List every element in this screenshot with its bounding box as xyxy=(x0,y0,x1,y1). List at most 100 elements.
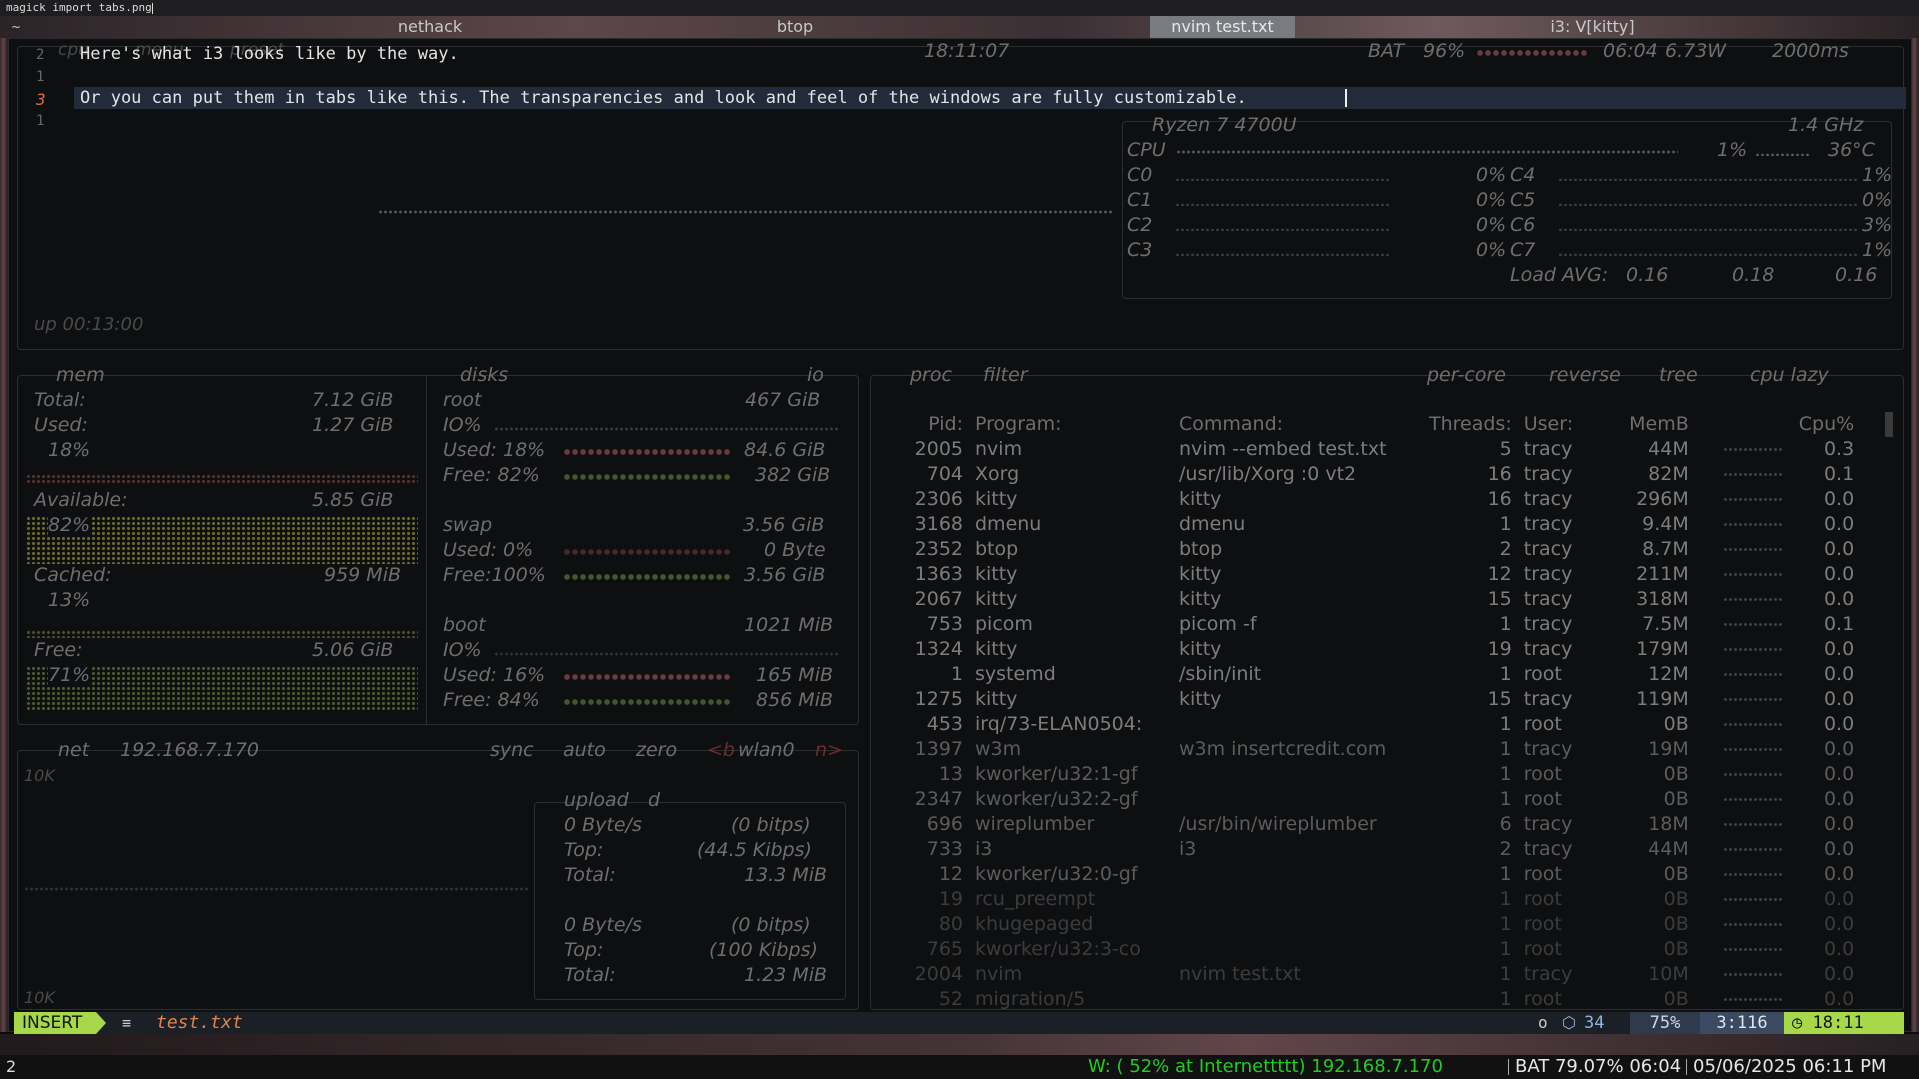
core-graph xyxy=(1558,226,1858,231)
process-command xyxy=(1179,862,1429,887)
proc-scrollbar[interactable] xyxy=(1885,412,1893,437)
process-mem: 0B xyxy=(1663,788,1689,810)
process-threads: 2 xyxy=(1499,538,1512,560)
process-mem: 19M xyxy=(1648,738,1689,760)
process-user: root xyxy=(1523,788,1562,810)
window-title-bar: magick import tabs.png xyxy=(0,0,1919,16)
process-program: kitty xyxy=(975,638,1018,660)
nvim-line[interactable]: Here's what i3 looks like by the way. xyxy=(80,44,459,64)
tab-nethack[interactable]: nethack xyxy=(240,16,620,38)
process-row[interactable]: 12 kworker/u32:0-gf 1 root 0B 0.0 xyxy=(905,862,1854,887)
tab-btop[interactable]: btop xyxy=(620,16,970,38)
column-header[interactable] xyxy=(1689,412,1799,437)
process-threads: 15 xyxy=(1487,688,1512,710)
process-row[interactable]: 19 rcu_preempt 1 root 0B 0.0 xyxy=(905,887,1854,912)
process-cpu: 0.0 xyxy=(1823,788,1855,810)
cpu-total-graph xyxy=(1176,148,1678,156)
column-header[interactable]: Cpu% xyxy=(1799,412,1854,437)
column-header[interactable]: Threads: xyxy=(1429,412,1524,437)
core-percent: 0% xyxy=(1476,239,1507,261)
process-cpu: 0.0 xyxy=(1823,913,1855,935)
proc-tree-toggle[interactable]: tree xyxy=(1659,364,1698,386)
mem-avail-pct: 82% xyxy=(48,514,91,536)
process-row[interactable]: 2352 btop btop 2 tracy 8.7M 0.0 xyxy=(905,537,1855,562)
line-number: 1 xyxy=(36,113,45,129)
scroll-percent: 75% xyxy=(1630,1012,1700,1034)
disk-boot-size: 1021 MiB xyxy=(744,614,834,636)
process-mem: 8.7M xyxy=(1642,538,1689,560)
process-threads: 1 xyxy=(1499,938,1512,960)
proc-title: proc xyxy=(910,364,952,386)
process-row[interactable]: 704 Xorg/usr/lib/Xorg :0 vt2 16 tracy 82M 0.1 xyxy=(905,462,1854,487)
process-row[interactable]: 453 irq/73-ELAN0504: 1 root 0B 0.0 xyxy=(905,712,1854,737)
process-cpu: 0.0 xyxy=(1823,888,1855,910)
mem-used: 1.27 GiB xyxy=(312,414,394,436)
core-label: C0 xyxy=(1127,164,1153,186)
process-command xyxy=(1179,937,1429,962)
process-row[interactable]: 1 systemd/sbin/init 1 root 12M 0.0 xyxy=(905,662,1854,687)
process-row[interactable]: 2005 nvim nvim --embed test.txt 5 tracy 44M 0.… xyxy=(905,437,1855,462)
column-header[interactable]: Command: xyxy=(1179,412,1429,437)
update-interval[interactable]: 2000ms xyxy=(1772,40,1849,62)
process-program: i3 xyxy=(975,838,993,860)
net-next-iface[interactable]: n> xyxy=(815,739,843,761)
column-header[interactable]: User: xyxy=(1524,412,1619,437)
current-line-number: 3 xyxy=(36,90,46,109)
process-row[interactable]: 3168 dmenu dmenu 1 tracy 9.4M 0.0 xyxy=(905,512,1855,537)
net-sync-toggle[interactable]: sync xyxy=(490,739,534,761)
proc-per-core-toggle[interactable]: per-core xyxy=(1427,364,1506,386)
disks-io-toggle[interactable]: io xyxy=(807,364,824,386)
tab-i3-kitty[interactable]: i3: V[kitty] xyxy=(1520,16,1665,38)
process-mem: 7.5M xyxy=(1642,613,1689,635)
process-row[interactable]: 80 khugepaged 1 root 0B 0.0 xyxy=(905,912,1854,937)
disk-root-used-meter xyxy=(563,446,731,458)
process-cpu: 0.0 xyxy=(1823,688,1855,710)
process-threads: 16 xyxy=(1487,488,1512,510)
process-pid: 12 xyxy=(938,863,963,885)
process-command: nvim --embed test.txt xyxy=(1179,438,1387,460)
workspace-indicator[interactable]: 2 xyxy=(6,1055,16,1079)
process-row[interactable]: 52 migration/5 1 root 0B 0.0 xyxy=(905,987,1854,1012)
disk-boot-used: Used: 16% xyxy=(443,664,546,686)
process-row[interactable]: 2306 kitty kitty 16 tracy 296M 0.0 xyxy=(905,487,1855,512)
process-row[interactable]: 1363 kitty kitty 12 tracy 211M 0.0 xyxy=(905,562,1855,587)
column-header[interactable]: Program: xyxy=(975,412,1179,437)
column-header[interactable]: Pid: xyxy=(905,412,975,437)
process-threads: 2 xyxy=(1499,838,1512,860)
process-cpu: 0.0 xyxy=(1823,663,1855,685)
nvim-current-line[interactable]: Or you can put them in tabs like this. T… xyxy=(80,88,1247,108)
process-row[interactable]: 2067 kitty kitty 15 tracy 318M 0.0 xyxy=(905,587,1855,612)
process-row[interactable]: 13 kworker/u32:1-gf 1 root 0B 0.0 xyxy=(905,762,1854,787)
net-auto-toggle[interactable]: auto xyxy=(563,739,606,761)
process-command: /usr/bin/wireplumber xyxy=(1179,813,1377,835)
proc-sort[interactable]: cpu lazy xyxy=(1750,364,1829,386)
net-prev-iface[interactable]: <b xyxy=(707,739,735,761)
process-row[interactable]: 753 picom picom -f 1 tracy 7.5M 0.1 xyxy=(905,612,1854,637)
proc-filter[interactable]: filter xyxy=(983,364,1028,386)
process-row[interactable]: 765 kworker/u32:3-co 1 root 0B 0.0 xyxy=(905,937,1854,962)
process-threads: 1 xyxy=(1499,613,1512,635)
process-cpu-graph xyxy=(1689,837,1799,862)
process-row[interactable]: 733 i3 i3 2 tracy 44M 0.0 xyxy=(905,837,1854,862)
process-pid: 2306 xyxy=(914,488,963,510)
process-user: tracy xyxy=(1523,613,1573,635)
proc-reverse-toggle[interactable]: reverse xyxy=(1549,364,1621,386)
process-row[interactable]: 1324 kitty kitty 19 tracy 179M 0.0 xyxy=(905,637,1855,662)
process-cpu: 0.0 xyxy=(1823,963,1855,985)
process-row[interactable]: 2347 kworker/u32:2-gf 1 root 0B 0.0 xyxy=(905,787,1855,812)
mem-avail-label: Available: xyxy=(34,489,128,511)
tab-nvim[interactable]: nvim test.txt xyxy=(1150,16,1295,38)
process-program: kworker/u32:0-gf xyxy=(975,863,1138,885)
process-row[interactable]: 1397 w3m w3m insertcredit.com 1 tracy 19M 0.0 xyxy=(905,737,1855,762)
down-total-label: Total: xyxy=(564,964,616,986)
process-row[interactable]: 1275 kitty kitty 15 tracy 119M 0.0 xyxy=(905,687,1855,712)
net-zero-toggle[interactable]: zero xyxy=(636,739,677,761)
process-row[interactable]: 2004 nvim nvim test.txt 1 tracy 10M 0.0 xyxy=(905,962,1855,987)
process-program: kitty xyxy=(975,688,1018,710)
process-pid: 1363 xyxy=(914,563,963,585)
core-percent: 0% xyxy=(1862,189,1893,211)
process-user: root xyxy=(1523,763,1562,785)
process-row[interactable]: 696 wireplumber/usr/bin/wireplumber 6 tracy… xyxy=(905,812,1854,837)
process-pid: 2005 xyxy=(914,438,963,460)
column-header[interactable]: MemB xyxy=(1619,412,1689,437)
